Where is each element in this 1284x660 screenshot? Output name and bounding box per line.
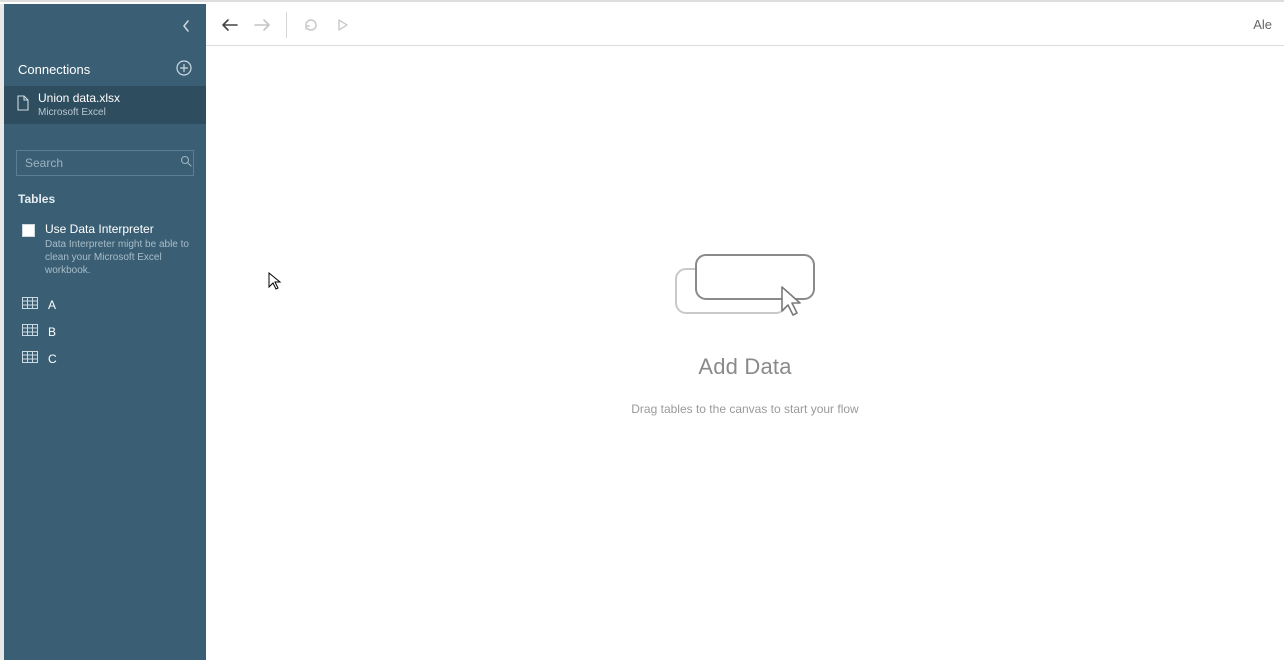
connections-label: Connections: [18, 62, 90, 77]
data-interpreter-option[interactable]: Use Data Interpreter Data Interpreter mi…: [4, 212, 206, 285]
data-interpreter-desc: Data Interpreter might be able to clean …: [45, 238, 192, 277]
data-interpreter-text: Use Data Interpreter Data Interpreter mi…: [45, 222, 192, 277]
connection-item[interactable]: Union data.xlsx Microsoft Excel: [4, 86, 206, 124]
table-name: B: [48, 325, 56, 339]
back-button[interactable]: [218, 13, 242, 37]
main-area: Ale Add Data Drag tables to the canvas t…: [206, 4, 1284, 660]
search-input[interactable]: [25, 156, 180, 170]
table-name: C: [48, 352, 57, 366]
table-item-c[interactable]: C: [4, 345, 206, 372]
data-interpreter-title: Use Data Interpreter: [45, 222, 192, 236]
table-item-b[interactable]: B: [4, 318, 206, 345]
alerts-label[interactable]: Ale: [1253, 17, 1272, 32]
connection-text: Union data.xlsx Microsoft Excel: [38, 92, 120, 118]
search-icon: [180, 154, 192, 172]
table-list: A B C: [4, 285, 206, 378]
canvas-title: Add Data: [698, 354, 791, 380]
search-box[interactable]: [16, 150, 194, 176]
collapse-sidebar-bar: [4, 4, 206, 52]
toolbar-separator: [286, 12, 287, 38]
refresh-button[interactable]: [299, 13, 323, 37]
drag-tables-icon: [670, 251, 820, 328]
search-wrap: [4, 138, 206, 186]
add-connection-button[interactable]: [176, 60, 192, 79]
flow-canvas[interactable]: Add Data Drag tables to the canvas to st…: [206, 46, 1284, 660]
sidebar: Connections Union data.xlsx Microsoft Ex…: [4, 4, 206, 660]
table-icon: [22, 324, 38, 339]
toolbar: Ale: [206, 4, 1284, 46]
chevron-left-icon[interactable]: [182, 19, 190, 37]
connection-title: Union data.xlsx: [38, 92, 120, 106]
checkbox-icon[interactable]: [22, 224, 35, 237]
table-icon: [22, 351, 38, 366]
connection-subtitle: Microsoft Excel: [38, 107, 120, 119]
connections-header: Connections: [4, 52, 206, 86]
file-icon: [16, 95, 30, 116]
table-name: A: [48, 298, 56, 312]
run-button[interactable]: [331, 13, 355, 37]
forward-button[interactable]: [250, 13, 274, 37]
table-item-a[interactable]: A: [4, 291, 206, 318]
tables-label: Tables: [4, 186, 206, 212]
canvas-subtitle: Drag tables to the canvas to start your …: [631, 402, 858, 416]
table-icon: [22, 297, 38, 312]
